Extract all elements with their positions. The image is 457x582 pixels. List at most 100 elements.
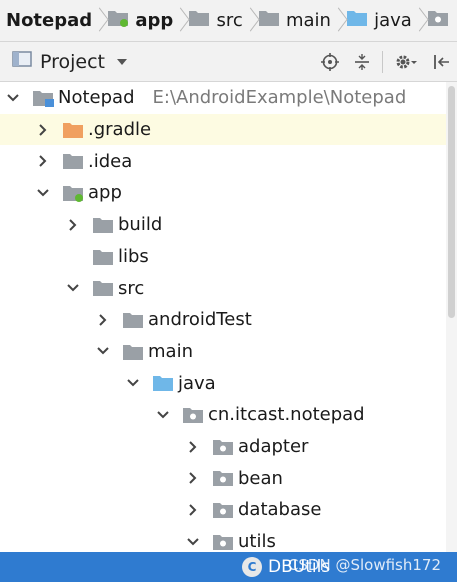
- package-folder-icon: [212, 438, 234, 461]
- folder-icon: [92, 248, 114, 271]
- node-name: app: [88, 182, 122, 204]
- breadcrumb-label: src: [216, 10, 243, 31]
- folder-icon: [188, 9, 210, 32]
- project-window-icon: [12, 50, 32, 73]
- node-name: main: [148, 340, 193, 362]
- tree-node[interactable]: adapter: [0, 431, 446, 463]
- hide-icon[interactable]: [425, 42, 457, 82]
- tree-node[interactable]: main: [0, 336, 446, 368]
- chevron-down-icon[interactable]: [64, 279, 82, 297]
- chevron-down-icon[interactable]: [34, 184, 52, 202]
- breadcrumb-item[interactable]: Notepad: [0, 0, 94, 41]
- breadcrumb-item[interactable]: app: [101, 0, 175, 41]
- locate-icon[interactable]: [314, 42, 346, 82]
- node-name: bean: [238, 467, 283, 489]
- tree-node-label: Notepad E:\AndroidExample\Notepad: [58, 87, 406, 108]
- package-folder-icon: [212, 533, 234, 552]
- node-name: libs: [118, 245, 149, 267]
- folder-icon: [92, 279, 114, 302]
- tree-node[interactable]: bean: [0, 462, 446, 494]
- toolbar-divider: [382, 51, 383, 73]
- breadcrumb-item[interactable]: src: [182, 0, 244, 41]
- chevron-down-icon[interactable]: [154, 406, 172, 424]
- tree-node-label: src: [118, 278, 144, 299]
- node-name: adapter: [238, 436, 309, 458]
- chevron-down-icon: [117, 58, 128, 65]
- breadcrumb-separator: [333, 0, 340, 41]
- chevron-right-icon[interactable]: [64, 216, 82, 234]
- tree-node[interactable]: .gradle: [0, 113, 446, 146]
- tree-node[interactable]: libs: [0, 241, 446, 273]
- breadcrumb-item[interactable]: java: [340, 0, 414, 41]
- source-folder-icon: [346, 9, 368, 32]
- package-folder-icon: [182, 406, 204, 429]
- node-name: java: [178, 372, 216, 394]
- tree-node[interactable]: cn.itcast.notepad: [0, 399, 446, 431]
- chevron-right-icon[interactable]: [184, 469, 202, 487]
- tree-node-label: androidTest: [148, 309, 252, 330]
- breadcrumb-label: Notepad: [6, 10, 93, 31]
- chevron-down-icon[interactable]: [4, 89, 22, 107]
- tree-node[interactable]: src: [0, 272, 446, 304]
- tree-node[interactable]: java: [0, 367, 446, 399]
- module-folder-icon: [62, 184, 84, 207]
- node-name: androidTest: [148, 309, 252, 331]
- breadcrumb-separator: [414, 0, 421, 41]
- breadcrumb: Notepad app src main java: [0, 0, 457, 42]
- tree-node-label: database: [238, 499, 321, 520]
- node-name: build: [118, 214, 163, 236]
- tree-node[interactable]: Notepad E:\AndroidExample\Notepad: [0, 82, 446, 114]
- breadcrumb-label: java: [374, 10, 412, 31]
- node-name: .gradle: [88, 119, 152, 141]
- tree-scrollbar-thumb[interactable]: [448, 86, 455, 318]
- collapse-all-icon[interactable]: [346, 42, 378, 82]
- project-icon: [32, 89, 54, 112]
- gear-icon[interactable]: [387, 42, 425, 82]
- tree-node[interactable]: androidTest: [0, 304, 446, 336]
- project-view-title: Project: [40, 50, 106, 73]
- tree-node-label: utils: [238, 531, 276, 552]
- tree-node[interactable]: utils: [0, 526, 446, 552]
- node-name: src: [118, 277, 145, 299]
- breadcrumb-separator: [175, 0, 182, 41]
- chevron-right-icon[interactable]: [34, 152, 52, 170]
- chevron-right-icon[interactable]: [34, 121, 52, 139]
- chevron-down-icon[interactable]: [94, 342, 112, 360]
- chevron-right-icon[interactable]: [184, 438, 202, 456]
- breadcrumb-label: main: [285, 10, 331, 31]
- tree-node-label: cn.itcast.notepad: [208, 404, 365, 425]
- tree-node[interactable]: database: [0, 494, 446, 526]
- tree-node[interactable]: app: [0, 177, 446, 209]
- class-icon: C: [242, 557, 262, 577]
- chevron-down-icon[interactable]: [184, 533, 202, 551]
- project-tree: Notepad E:\AndroidExample\Notepad .gradle.…: [0, 82, 446, 552]
- chevron-down-icon[interactable]: [124, 374, 142, 392]
- breadcrumb-item[interactable]: main: [252, 0, 333, 41]
- chevron-right-icon[interactable]: [94, 311, 112, 329]
- tree-node-label: main: [148, 341, 193, 362]
- tree-node-label: build: [118, 214, 162, 235]
- tree-node[interactable]: build: [0, 209, 446, 241]
- folder-icon: [122, 343, 144, 366]
- node-name: .idea: [88, 150, 133, 172]
- folder-icon: [62, 152, 84, 175]
- breadcrumb-separator: [245, 0, 252, 41]
- tree-node-label: bean: [238, 468, 283, 489]
- watermark: CSDN @Slowfish172: [287, 556, 441, 574]
- tree-node-label: .idea: [88, 151, 132, 172]
- tree-node-label: libs: [118, 246, 149, 267]
- folder-icon: [122, 311, 144, 334]
- project-view-selector[interactable]: Project: [0, 50, 128, 73]
- tree-node-label: app: [88, 182, 122, 203]
- breadcrumb-separator: [94, 0, 101, 41]
- breadcrumb-label: app: [135, 10, 174, 31]
- chevron-right-icon[interactable]: [184, 501, 202, 519]
- node-name: cn.itcast.notepad: [208, 404, 365, 426]
- package-folder-icon: [427, 9, 449, 32]
- package-folder-icon: [212, 501, 234, 524]
- tree-node-label: .gradle: [88, 119, 151, 140]
- source-folder-icon: [152, 374, 174, 397]
- tree-node[interactable]: .idea: [0, 145, 446, 177]
- project-path: E:\AndroidExample\Notepad: [152, 87, 407, 109]
- folder-icon: [258, 9, 280, 32]
